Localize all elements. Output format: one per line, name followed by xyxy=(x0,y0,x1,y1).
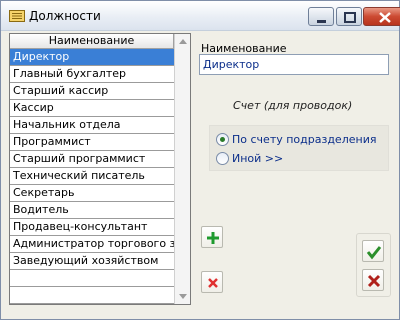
positions-list[interactable]: Наименование Директор Главный бухгалтер Ст… xyxy=(9,33,191,305)
radio-button-icon[interactable] xyxy=(216,152,229,165)
radio-label: Иной >> xyxy=(232,152,284,165)
list-row[interactable]: Главный бухгалтер xyxy=(10,66,174,83)
list-row[interactable]: Программист xyxy=(10,134,174,151)
name-input[interactable]: Директор xyxy=(199,54,389,75)
list-row[interactable]: Директор xyxy=(10,49,174,66)
checkmark-icon xyxy=(366,246,382,260)
add-button[interactable] xyxy=(201,226,223,248)
list-row[interactable]: Водитель xyxy=(10,202,174,219)
list-row[interactable]: Старший кассир xyxy=(10,83,174,100)
list-row[interactable]: Технический писатель xyxy=(10,168,174,185)
list-row[interactable]: Кассир xyxy=(10,100,174,117)
close-icon xyxy=(379,12,391,23)
minimize-icon xyxy=(317,20,326,23)
list-scrollbar[interactable] xyxy=(174,34,190,304)
folder-list-icon xyxy=(9,10,25,22)
scroll-down-arrow-icon[interactable] xyxy=(175,289,191,304)
maximize-icon xyxy=(344,12,356,23)
x-icon xyxy=(208,278,218,288)
list-row[interactable]: Старший программист xyxy=(10,151,174,168)
window-title: Должности xyxy=(29,9,101,23)
list-body[interactable]: Директор Главный бухгалтер Старший кассир К… xyxy=(10,49,174,304)
confirm-button-group xyxy=(356,233,391,297)
ok-button[interactable] xyxy=(362,240,384,262)
list-row[interactable] xyxy=(10,287,174,304)
account-group-title: Счет (для проводок) xyxy=(233,99,353,112)
close-window-button[interactable] xyxy=(363,7,400,26)
list-row[interactable]: Продавец-консультант xyxy=(10,219,174,236)
positions-window: Должности Наименование Директор Главный б… xyxy=(0,0,400,320)
list-row[interactable]: Заведующий хозяйством xyxy=(10,253,174,270)
account-radio-group: По счету подразделения Иной >> xyxy=(209,125,389,171)
list-row[interactable]: Администратор торгового зала xyxy=(10,236,174,253)
cancel-button[interactable] xyxy=(362,269,384,291)
x-icon xyxy=(367,274,381,288)
radio-button-icon[interactable] xyxy=(216,133,229,146)
plus-icon xyxy=(207,232,219,244)
radio-label: По счету подразделения xyxy=(232,133,377,146)
minimize-button[interactable] xyxy=(308,7,334,26)
column-header-name[interactable]: Наименование xyxy=(10,34,174,49)
scroll-up-arrow-icon[interactable] xyxy=(175,34,191,49)
delete-button[interactable] xyxy=(201,271,223,293)
list-row[interactable]: Начальник отдела xyxy=(10,117,174,134)
list-row[interactable] xyxy=(10,270,174,287)
maximize-button[interactable] xyxy=(336,7,362,26)
list-row[interactable]: Секретарь xyxy=(10,185,174,202)
title-bar[interactable]: Должности xyxy=(1,1,400,31)
